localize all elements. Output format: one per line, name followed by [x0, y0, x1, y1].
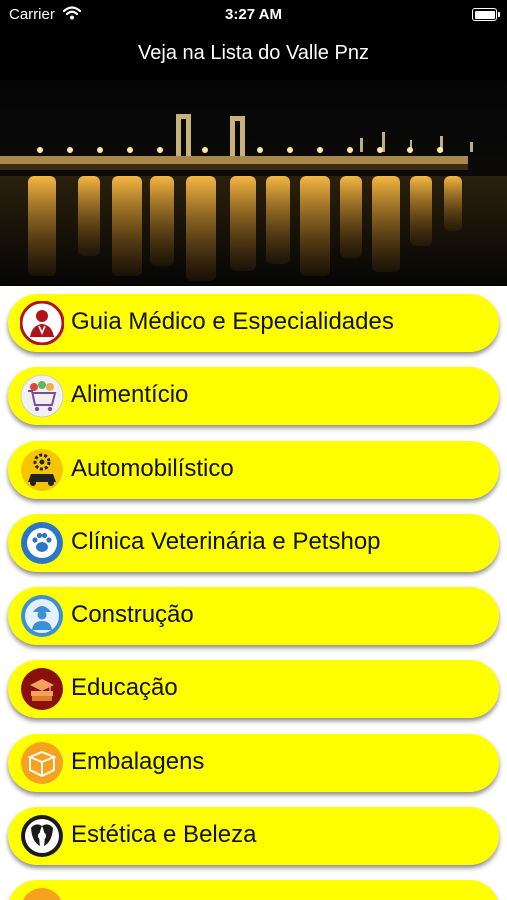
- category-label: Embalagens: [71, 748, 205, 775]
- construction-worker-icon: [21, 595, 63, 637]
- category-label: Guia Médico e Especialidades: [71, 308, 394, 335]
- category-alimenticio[interactable]: Alimentício: [8, 367, 499, 425]
- category-automobilistico[interactable]: Automobilístico: [8, 441, 499, 499]
- category-label: Construção: [71, 601, 194, 628]
- category-label: Clínica Veterinária e Petshop: [71, 528, 381, 555]
- category-veterinaria-petshop[interactable]: Clínica Veterinária e Petshop: [8, 514, 499, 572]
- doctor-icon: [20, 301, 64, 345]
- category-construcao[interactable]: Construção: [8, 587, 499, 645]
- car-gear-icon: [21, 449, 63, 491]
- category-partial[interactable]: [8, 880, 499, 900]
- category-label: Estética e Beleza: [71, 821, 257, 848]
- hero-image: [0, 80, 507, 286]
- category-list[interactable]: Guia Médico e Especialidades Alimentício…: [0, 286, 507, 900]
- page-title: Veja na Lista do Valle Pnz: [138, 42, 369, 64]
- nav-bar: Veja na Lista do Valle Pnz: [0, 30, 507, 80]
- category-estetica-beleza[interactable]: Estética e Beleza: [8, 807, 499, 865]
- books-icon: [21, 668, 63, 710]
- battery-icon: [472, 8, 500, 21]
- category-label: Automobilístico: [71, 455, 234, 482]
- paw-icon: [21, 522, 63, 564]
- partial-icon: [23, 888, 61, 900]
- beauty-face-icon: [21, 815, 63, 857]
- shopping-cart-icon: [20, 374, 64, 418]
- category-label: Alimentício: [71, 381, 189, 408]
- status-time: 3:27 AM: [225, 6, 282, 23]
- category-embalagens[interactable]: Embalagens: [8, 734, 499, 792]
- category-educacao[interactable]: Educação: [8, 660, 499, 718]
- status-bar: Carrier 3:27 AM: [0, 0, 507, 30]
- box-icon: [21, 742, 63, 784]
- category-guia-medico[interactable]: Guia Médico e Especialidades: [8, 294, 499, 352]
- category-label: Educação: [71, 674, 178, 701]
